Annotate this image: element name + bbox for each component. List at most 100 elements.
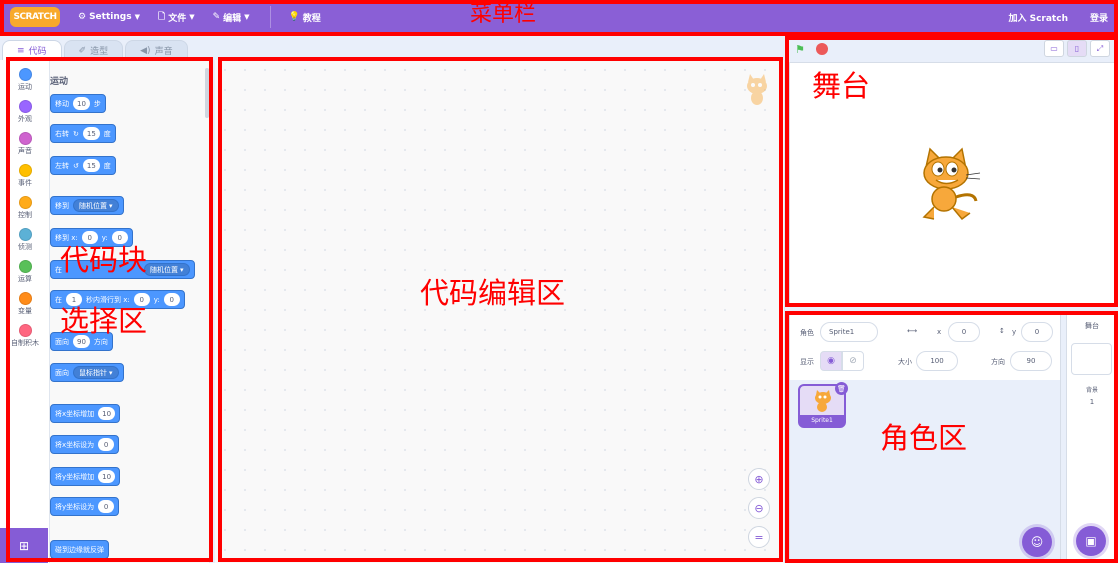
category-events[interactable]: 事件 (0, 164, 50, 188)
block-input[interactable]: 10 (73, 97, 90, 110)
sign-in-link[interactable]: 登录 (1090, 11, 1108, 24)
trash-icon: 🗑 (837, 384, 846, 393)
block-turn-left[interactable]: 左转 ↺ 15 度 (50, 156, 116, 175)
small-stage-button[interactable]: ▭ (1044, 40, 1064, 57)
settings-menu[interactable]: ⚙ Settings ▼ (78, 12, 140, 22)
category-dot-icon (18, 324, 32, 337)
category-dot-icon (18, 292, 32, 305)
caret-down-icon: ▼ (134, 13, 140, 21)
block-text: 移到 x: (55, 233, 78, 242)
join-scratch-link[interactable]: 加入 Scratch (1008, 11, 1068, 24)
rotate-cw-icon: ↻ (73, 129, 79, 138)
category-label: 运动 (18, 83, 32, 91)
scratch-logo[interactable]: SCRATCH (10, 7, 60, 27)
sprite-tile[interactable]: Sprite1 🗑 (798, 382, 848, 428)
category-operators[interactable]: 运算 (0, 260, 50, 284)
direction-input[interactable]: 90 (1010, 351, 1052, 371)
category-dot-icon (18, 100, 32, 113)
block-text: 步 (93, 99, 101, 108)
block-change-x[interactable]: 将x坐标增加 10 (50, 404, 121, 423)
large-stage-button[interactable]: ▯ (1067, 40, 1087, 57)
show-sprite-button[interactable]: ◉ (820, 351, 842, 371)
stop-icon[interactable] (816, 43, 828, 55)
block-bounce-on-edge[interactable]: 碰到边缘就反弹 (50, 540, 109, 559)
block-text: 在 (55, 295, 62, 304)
settings-label: Settings (89, 12, 132, 22)
block-go-to[interactable]: 移到 随机位置 ▾ (50, 196, 124, 215)
block-text: 碰到边缘就反弹 (55, 545, 104, 554)
category-variables[interactable]: 变量 (0, 292, 50, 316)
zoom-in-icon: ⊕ (754, 472, 764, 486)
block-set-y[interactable]: 将y坐标设为 0 (50, 497, 120, 516)
block-dropdown[interactable]: 随机位置 ▾ (144, 263, 190, 276)
choose-backdrop-button[interactable]: ▣ (1076, 526, 1106, 556)
category-my-blocks[interactable]: 自制积木 (0, 324, 50, 348)
speaker-icon: ◀) (140, 45, 151, 56)
stage-selector-title: 舞台 (1085, 322, 1099, 330)
block-input[interactable]: 0 (98, 500, 115, 513)
dropdown-value: 鼠标指针 (79, 368, 107, 377)
category-dot-icon (18, 68, 32, 81)
tab-code[interactable]: ≡ 代码 (2, 40, 62, 60)
account-links: 加入 Scratch 登录 (1008, 0, 1108, 34)
x-input[interactable]: 0 (948, 322, 980, 342)
sprite-name-input[interactable]: Sprite1 (820, 322, 878, 342)
choose-sprite-button[interactable]: ☺ (1022, 527, 1052, 557)
block-move-steps[interactable]: 移动 10 步 (50, 94, 106, 113)
add-extension-button[interactable]: ⊞ (0, 528, 48, 563)
zoom-out-button[interactable]: ⊖ (748, 497, 770, 519)
block-input[interactable]: 10 (98, 470, 116, 483)
block-set-x[interactable]: 将x坐标设为 0 (50, 435, 120, 454)
size-label: 大小 (898, 358, 912, 366)
edit-menu[interactable]: ✎ 编辑 ▼ (213, 11, 250, 24)
block-text: 将x坐标设为 (55, 440, 95, 449)
block-dropdown[interactable]: 鼠标指针 ▾ (73, 366, 119, 379)
edit-label: 编辑 (223, 13, 242, 24)
annotation-label-blocks-line1: 代码块 (60, 243, 148, 277)
category-label: 外观 (18, 115, 32, 123)
zoom-reset-button[interactable]: = (748, 526, 770, 548)
block-input[interactable]: 0 (163, 293, 180, 306)
y-input[interactable]: 0 (1021, 322, 1053, 342)
zoom-in-button[interactable]: ⊕ (748, 468, 770, 490)
gear-icon: ⚙ (78, 12, 87, 22)
zoom-out-icon: ⊖ (754, 501, 764, 515)
annotation-label-blocks-line2: 选择区 (60, 304, 148, 338)
stage-header: ⚑ ▭ ▯ ⤢ (787, 38, 1118, 60)
block-text: 度 (103, 129, 111, 138)
block-input[interactable]: 15 (82, 159, 100, 172)
tab-costumes[interactable]: ✐ 造型 (63, 40, 124, 60)
x-label: x (937, 328, 942, 336)
hide-sprite-button[interactable]: ⊘ (842, 351, 864, 371)
category-motion[interactable]: 运动 (0, 68, 50, 92)
block-turn-right[interactable]: 右转 ↻ 15 度 (50, 124, 116, 143)
category-sound[interactable]: 声音 (0, 132, 50, 156)
file-menu[interactable]: 🗋 文件 ▼ (158, 9, 195, 25)
x-arrow-icon: ⟷ (907, 327, 918, 335)
category-control[interactable]: 控制 (0, 196, 50, 220)
delete-sprite-button[interactable]: 🗑 (835, 382, 848, 395)
block-input[interactable]: 0 (98, 438, 115, 451)
block-text: 面向 (55, 368, 69, 377)
code-workspace[interactable]: ⊕ ⊖ = (215, 60, 785, 563)
fullscreen-button[interactable]: ⤢ (1090, 40, 1110, 57)
category-looks[interactable]: 外观 (0, 100, 50, 124)
code-icon: ≡ (17, 45, 25, 56)
block-point-towards[interactable]: 面向 鼠标指针 ▾ (50, 363, 124, 382)
category-label: 声音 (18, 147, 32, 155)
tutorials-button[interactable]: 💡 教程 (289, 11, 321, 24)
menu-bar: SCRATCH ⚙ Settings ▼ 🗋 文件 ▼ ✎ 编辑 ▼ 💡 教程 … (0, 0, 1118, 34)
block-input[interactable]: 10 (98, 407, 116, 420)
category-sensing[interactable]: 侦测 (0, 228, 50, 252)
green-flag-icon[interactable]: ⚑ (795, 43, 805, 56)
stage-selector[interactable]: 舞台 背景 1 ▣ (1066, 314, 1116, 563)
category-dot-icon (18, 132, 32, 145)
tab-sounds[interactable]: ◀) 声音 (125, 40, 188, 60)
palette-scrollbar[interactable] (205, 68, 209, 118)
block-change-y[interactable]: 将y坐标增加 10 (50, 467, 121, 486)
show-label: 显示 (800, 358, 814, 366)
annotation-label-sprites: 角色区 (880, 421, 968, 455)
size-input[interactable]: 100 (916, 351, 958, 371)
block-dropdown[interactable]: 随机位置 ▾ (73, 199, 119, 212)
block-input[interactable]: 15 (82, 127, 100, 140)
